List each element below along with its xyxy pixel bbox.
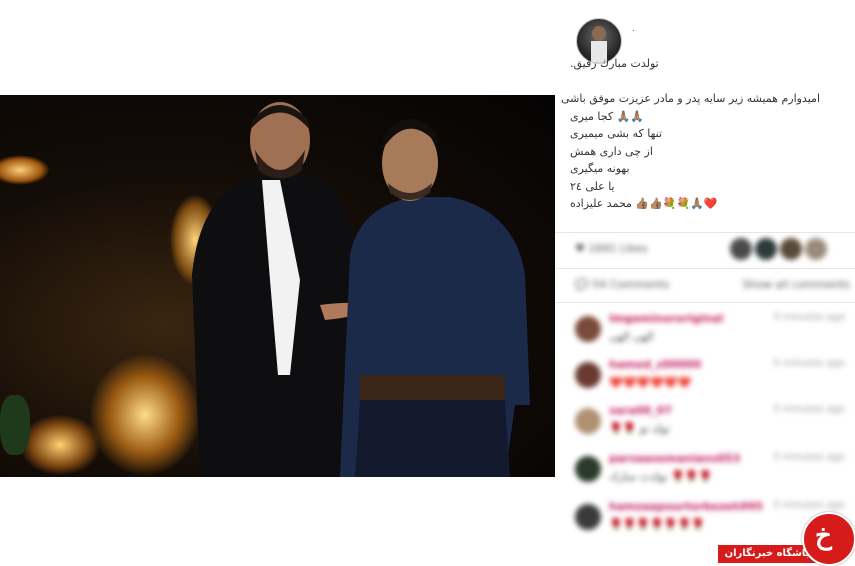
man-right (340, 118, 530, 477)
caption-line: از چی داری همش (570, 144, 653, 158)
comment-text: 🌹🌹 تولد تو (609, 422, 671, 435)
comment-username[interactable]: Imgaminororiginal (609, 312, 723, 325)
comment-text: 🌹🌹🌹🌹🌹🌹🌹 (609, 518, 705, 531)
comment-time: 5 minutes ago (773, 500, 845, 511)
chandelier-glow (0, 155, 50, 185)
avatar[interactable] (805, 238, 827, 260)
likes-count[interactable]: ♥ 1691 Likes (575, 242, 648, 255)
comments-count: 💬 54 Comments (575, 278, 670, 291)
comment-time: 5 minutes ago (773, 452, 845, 463)
caption-line: يا علی ٢٤ (570, 179, 615, 193)
avatar[interactable] (755, 238, 777, 260)
comment-username[interactable]: sara00_07 (609, 404, 672, 417)
avatar[interactable] (575, 504, 601, 530)
caption-line: بهونه ميگيری (570, 162, 630, 175)
comment-username[interactable]: parsaasemanians053 (609, 452, 740, 465)
watermark-glyph: خ (815, 521, 832, 551)
comment-username[interactable]: hamzaapourtorkezeh995 (609, 500, 763, 513)
avatar[interactable] (575, 316, 601, 342)
comment-time: 5 minutes ago (773, 404, 845, 415)
caption-line: تنها كه بشی ميميری (570, 127, 663, 140)
comment-item: Imgaminororiginal 5 minutes ago الهی اله… (575, 312, 845, 352)
comment-text: ❤️❤️❤️❤️❤️❤️ (609, 376, 692, 389)
watermark-label: باشگاه خبرنگاران (718, 545, 816, 563)
caption-line: اميدوارم هميشه زير سايه پدر و مادر عزيزت… (561, 92, 820, 105)
divider (555, 232, 855, 233)
post-caption: تولدت مبارك رفيق. اميدوارم هميشه زير ساي… (561, 55, 820, 213)
show-all-comments-link[interactable]: Show all comments (742, 278, 850, 291)
avatar[interactable] (575, 362, 601, 388)
author-username[interactable]: . (632, 24, 635, 34)
post-photo[interactable] (0, 95, 555, 477)
caption-line (570, 73, 820, 91)
comments-header: 💬 54 Comments Show all comments (575, 278, 850, 291)
comment-time: 5 minutes ago (773, 312, 845, 323)
caption-line: تولدت مبارك رفيق. (570, 57, 659, 70)
chandelier-glow (20, 415, 100, 475)
divider (555, 302, 855, 303)
watermark-logo-icon: خ (802, 512, 855, 566)
avatar[interactable] (575, 456, 601, 482)
comment-text: الهی الهی (609, 330, 654, 343)
comment-item: hamed_z00000 5 minutes ago ❤️❤️❤️❤️❤️❤️ (575, 358, 845, 398)
divider (555, 268, 855, 269)
avatar[interactable] (575, 408, 601, 434)
comment-item: sara00_07 5 minutes ago 🌹🌹 تولد تو (575, 404, 845, 444)
comment-item: parsaasemanians053 5 minutes ago تولدت م… (575, 452, 845, 492)
liker-avatars[interactable] (730, 238, 827, 260)
caption-line: 🙏🏽🙏🏽 كجا ميری (570, 109, 644, 123)
comment-text: تولدت مبارك 🌹🌹🌹 (609, 470, 713, 483)
avatar[interactable] (730, 238, 752, 260)
avatar[interactable] (780, 238, 802, 260)
comment-time: 5 minutes ago (773, 358, 845, 369)
plant (0, 395, 30, 455)
comment-username[interactable]: hamed_z00000 (609, 358, 701, 371)
caption-line: ❤️🙏🏽💐💐👍🏽👍🏽 محمد عليزاده (570, 197, 718, 210)
